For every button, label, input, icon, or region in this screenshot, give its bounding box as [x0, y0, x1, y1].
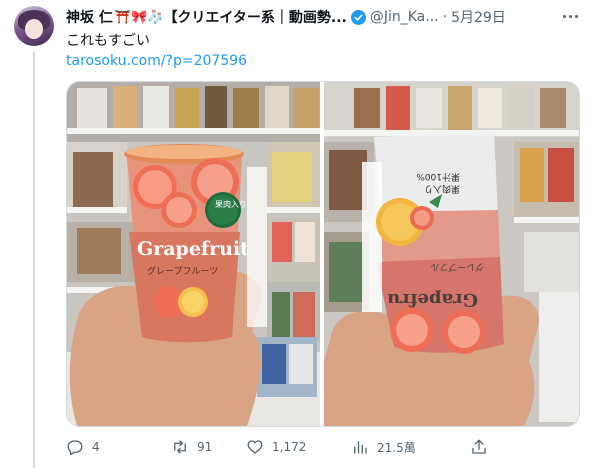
like-count: 1,172: [272, 440, 307, 454]
right-cup-badge: 果汁100%: [416, 171, 460, 183]
retweet-count: 91: [197, 440, 213, 454]
left-cup-label: Grapefruit: [137, 238, 249, 260]
retweet-button[interactable]: 91: [171, 436, 212, 458]
timestamp[interactable]: 5月29日: [451, 7, 506, 27]
share-icon: [472, 439, 486, 454]
verified-badge-icon: [350, 9, 366, 25]
tweet-text: これもすごい: [66, 33, 150, 49]
thread-line: [33, 52, 35, 468]
views-icon: [354, 441, 367, 454]
views-count: 21.5萬: [377, 440, 416, 455]
handle[interactable]: @Jin_Ka...: [370, 9, 439, 25]
separator-dot: ·: [442, 9, 448, 25]
reply-count: 4: [92, 440, 100, 454]
right-cup-badge-2: 果肉入り: [424, 183, 460, 195]
like-button[interactable]: 1,172: [246, 436, 306, 458]
right-cup-label: Grapefru: [387, 289, 478, 310]
photo-left[interactable]: Grapefruit グレープフルーツ 果肉入り: [67, 82, 320, 426]
retweet-icon: [174, 440, 186, 454]
display-name-suffix[interactable]: 【クリエイター系｜動画勢...: [163, 7, 346, 27]
right-cup-sublabel: グレープフル: [431, 261, 484, 273]
avatar[interactable]: [14, 6, 54, 46]
photo-right[interactable]: Grapefru グレープフル 果汁100% 果肉入り: [324, 82, 579, 426]
tweet-header: 神坂 仁 ⛩️🎀🧦 【クリエイター系｜動画勢... @Jin_Ka... · 5…: [66, 7, 506, 27]
tweet-link[interactable]: tarosoku.com/?p=207596: [66, 51, 247, 71]
tweet[interactable]: 神坂 仁 ⛩️🎀🧦 【クリエイター系｜動画勢... @Jin_Ka... · 5…: [0, 0, 591, 468]
media-grid[interactable]: Grapefruit グレープフルーツ 果肉入り Grapefru グレープフル…: [66, 81, 580, 427]
like-icon: [247, 440, 263, 454]
views-button[interactable]: 21.5萬: [351, 436, 416, 458]
reply-icon: [67, 440, 83, 456]
share-button[interactable]: [470, 436, 488, 458]
left-cup-badge: 果肉入り: [215, 199, 247, 209]
name-emoji: ⛩️🎀🧦: [114, 9, 164, 25]
action-bar: 4 91 1,172 21.5萬: [66, 436, 578, 458]
reply-button[interactable]: 4: [66, 436, 100, 458]
more-icon[interactable]: [560, 8, 580, 24]
left-cup-sublabel: グレープフルーツ: [147, 265, 218, 277]
display-name[interactable]: 神坂 仁: [66, 7, 113, 27]
